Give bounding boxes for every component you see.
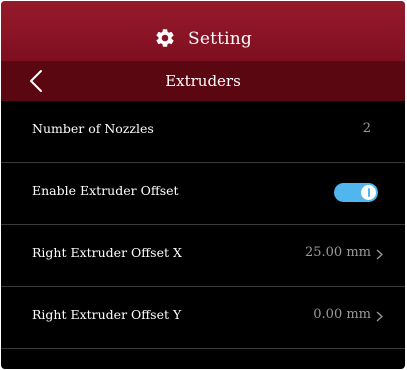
offset-y-label: Right Extruder Offset Y bbox=[32, 307, 182, 322]
chevron-right-icon bbox=[376, 311, 383, 322]
section-title: Extruders bbox=[165, 72, 241, 90]
nozzles-label: Number of Nozzles bbox=[32, 121, 154, 136]
offset-x-value: 25.00 mm bbox=[304, 245, 371, 260]
offset-y-row[interactable]: Right Extruder Offset Y 0.00 mm bbox=[1, 287, 405, 349]
settings-screen: Setting Extruders Number of Nozzles 2 En… bbox=[1, 1, 405, 369]
extruder-offset-row: Enable Extruder Offset bbox=[1, 163, 405, 225]
settings-list: Number of Nozzles 2 Enable Extruder Offs… bbox=[1, 101, 405, 349]
offset-x-label: Right Extruder Offset X bbox=[32, 245, 182, 260]
offset-x-row[interactable]: Right Extruder Offset X 25.00 mm bbox=[1, 225, 405, 287]
page-title: Setting bbox=[187, 29, 253, 49]
extruder-offset-label: Enable Extruder Offset bbox=[32, 183, 179, 198]
extruder-offset-toggle[interactable] bbox=[334, 183, 378, 202]
nozzles-value: 2 bbox=[362, 121, 371, 136]
toggle-knob bbox=[361, 185, 376, 200]
gear-icon bbox=[156, 29, 174, 47]
sub-header: Extruders bbox=[1, 61, 405, 101]
title-bar: Setting bbox=[1, 1, 405, 61]
chevron-right-icon bbox=[376, 249, 383, 260]
nozzles-row: Number of Nozzles 2 bbox=[1, 101, 405, 163]
title-group: Setting bbox=[1, 29, 405, 49]
offset-y-value: 0.00 mm bbox=[313, 307, 371, 322]
